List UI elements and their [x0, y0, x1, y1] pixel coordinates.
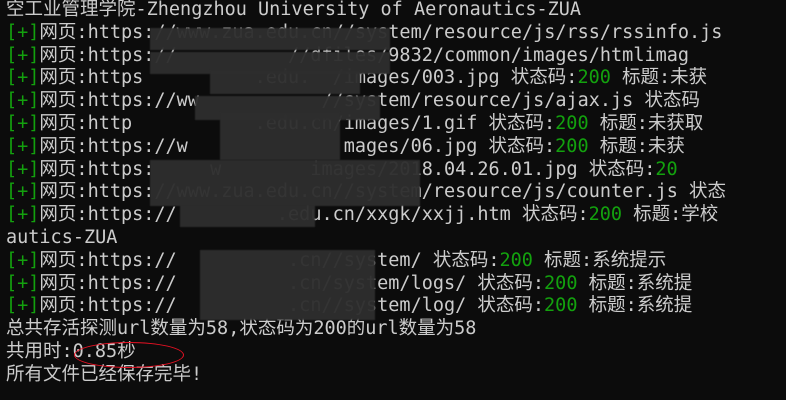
web-label: 网页: — [39, 158, 88, 180]
web-label: 网页: — [39, 44, 88, 66]
web-label: 网页: — [39, 249, 88, 271]
status-label: 状态码: — [577, 158, 656, 180]
redaction-block — [210, 70, 360, 94]
redaction-block — [180, 205, 315, 227]
page-title-text: 系统提 — [636, 295, 693, 317]
url-list-2: [+]网页:https:// .cn//system/ 状态码:200 标题:系… — [6, 250, 786, 318]
page-title-text: 未获 — [647, 135, 685, 157]
log-line: [+]网页:https://www.zua.edu.cn//system/res… — [6, 22, 786, 45]
log-line: [+]网页:https:// .cn/system/logs/ 状态码:200 … — [6, 273, 786, 296]
web-label: 网页: — [39, 90, 88, 112]
status-label: 状态码: — [466, 272, 545, 294]
redaction-block — [200, 250, 375, 320]
web-label: 网页: — [39, 135, 88, 157]
log-prefix: [+] — [6, 295, 40, 317]
title-label: 标题: — [588, 112, 648, 134]
log-prefix: [+] — [6, 44, 40, 66]
redaction-block — [150, 28, 390, 50]
status-code: 200 — [499, 249, 533, 271]
log-prefix: [+] — [6, 272, 40, 294]
log-line: [+]网页:https .edu. /images/003.jpg 状态码:20… — [6, 67, 786, 90]
status-label: 状态码: — [510, 204, 589, 226]
title-label: 标题: — [588, 135, 648, 157]
log-prefix: [+] — [6, 90, 40, 112]
log-line: [+]网页:https:// .edu.cn/xxgk/xxjj.htm 状态码… — [6, 204, 786, 227]
web-label: 网页: — [39, 272, 88, 294]
status-label: 状态码: — [477, 112, 556, 134]
status-code: 200 — [544, 272, 578, 294]
title-label: 标题: — [577, 272, 637, 294]
web-label: 网页: — [39, 295, 88, 317]
log-url: https://ww //system/resource/js/ajax.js … — [87, 90, 700, 112]
web-label: 网页: — [39, 204, 88, 226]
title-label: 标题: — [532, 249, 593, 271]
log-line: [+]网页:https://w mages/06.jpg 状态码:200 标题:… — [6, 136, 786, 159]
log-line: [+]网页:https:// .cn//system/log/ 状态码:200 … — [6, 295, 786, 318]
redaction-block — [220, 112, 340, 160]
redaction-block — [150, 160, 420, 206]
summary-line: 总共存活探测url数量为58,状态码为200的url数量为58 — [6, 318, 477, 340]
status-code: 200 — [544, 295, 578, 317]
page-title-text: 学校 — [681, 204, 719, 226]
status-label: 状态码: — [421, 249, 500, 271]
log-prefix: [+] — [6, 67, 40, 89]
log-prefix: [+] — [6, 135, 40, 157]
web-label: 网页: — [39, 181, 88, 203]
status-code: 200 — [588, 204, 623, 226]
status-code: 20 — [655, 158, 678, 180]
header-line: 空工业管理学院-Zhengzhou University of Aeronaut… — [6, 0, 582, 20]
log-prefix: [+] — [6, 21, 40, 43]
page-title-text: 未获 — [670, 67, 708, 89]
page-title-text: 系统提 — [636, 272, 693, 294]
log-prefix: [+] — [6, 158, 40, 180]
title-label: 标题: — [610, 67, 671, 89]
status-label: 状态码: — [499, 67, 578, 89]
log-prefix: [+] — [6, 204, 40, 226]
log-line: [+]网页:http .edu.cn/images/1.gif 状态码:200 … — [6, 113, 786, 136]
console-window: { "header": {"text": "空工业管理学院-Zhengzhou … — [0, 0, 786, 400]
web-label: 网页: — [39, 67, 88, 89]
page-title-text: 系统提示 — [592, 249, 667, 271]
log-line: [+]网页:https:// .cn//system/ 状态码:200 标题:系… — [6, 250, 786, 273]
mid-line: autics-ZUA — [6, 226, 118, 248]
web-label: 网页: — [39, 21, 88, 43]
status-label: 状态码: — [477, 135, 556, 157]
log-prefix: [+] — [6, 112, 40, 134]
log-prefix: [+] — [6, 181, 40, 203]
page-title-text: 未获取 — [647, 112, 704, 134]
web-label: 网页: — [39, 112, 88, 134]
title-label: 标题: — [622, 204, 682, 226]
highlight-circle — [74, 342, 184, 368]
log-line: [+]网页:https:// //dfiles/9832/common/imag… — [6, 45, 786, 68]
log-line: [+]网页:https://ww //system/resource/js/aj… — [6, 90, 786, 113]
status-label: 状态码: — [466, 295, 545, 317]
log-prefix: [+] — [6, 249, 40, 271]
status-code: 200 — [555, 135, 589, 157]
status-code: 200 — [577, 67, 611, 89]
status-code: 200 — [555, 112, 589, 134]
title-label: 标题: — [577, 295, 637, 317]
